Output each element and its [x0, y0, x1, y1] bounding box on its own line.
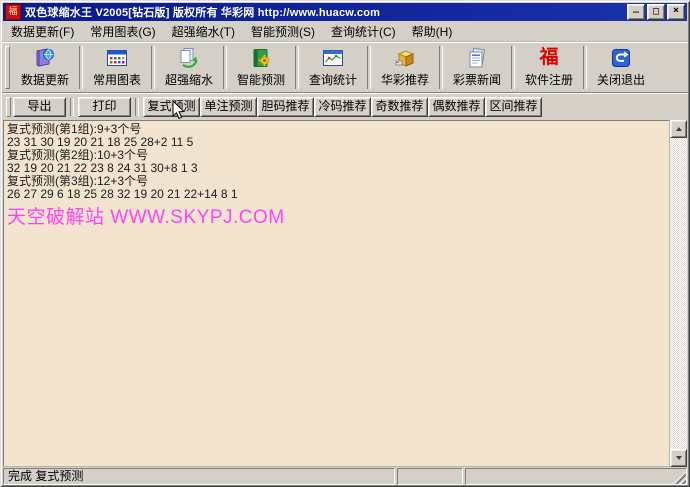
toolbar-separator: [151, 46, 155, 89]
toolbar-separator: [511, 46, 515, 89]
status-panel-3: [465, 468, 687, 485]
data-update-icon: [33, 46, 57, 70]
prediction-line: 26 27 29 6 18 25 28 32 19 20 21 22+14 8 …: [7, 188, 669, 201]
odd-number-button[interactable]: 奇数推荐: [371, 97, 428, 117]
smart-predict-button[interactable]: 智能预测: [228, 44, 294, 91]
resize-grip[interactable]: [673, 471, 686, 484]
menu-help[interactable]: 帮助(H): [404, 21, 461, 42]
lottery-news-icon: [465, 46, 489, 70]
data-update-button[interactable]: 数据更新: [12, 44, 78, 91]
toolbar-button-label: 关闭退出: [597, 71, 645, 88]
close-exit-icon: [609, 46, 633, 70]
toolbar-separator: [583, 46, 587, 89]
lottery-news-button[interactable]: 彩票新闻: [444, 44, 510, 91]
app-window: 福 双色球缩水王 V2005[钻石版] 版权所有 华彩网 http://www.…: [0, 0, 690, 487]
menu-data-update[interactable]: 数据更新(F): [3, 21, 82, 42]
minimize-button[interactable]: _: [627, 4, 645, 20]
common-charts-icon: [105, 46, 129, 70]
toolbar-separator: [295, 46, 299, 89]
app-icon: 福: [5, 4, 21, 20]
toolbar-separator: [367, 46, 371, 89]
scroll-up-icon: [676, 127, 682, 131]
toolbar-button-label: 查询统计: [309, 71, 357, 88]
query-stats-icon: [321, 46, 345, 70]
menu-smart-predict[interactable]: 智能预测(S): [243, 21, 323, 42]
smart-predict-icon: [249, 46, 273, 70]
statusbar: 完成 复式预测: [2, 467, 688, 485]
toolbar-button-label: 超强缩水: [165, 71, 213, 88]
menubar: 数据更新(F) 常用图表(G) 超强缩水(T) 智能预测(S) 查询统计(C) …: [2, 22, 688, 42]
toolbar-button-label: 软件注册: [525, 71, 573, 88]
close-button[interactable]: ×: [667, 4, 685, 20]
watermark-text: 天空破解站 WWW.SKYPJ.COM: [7, 207, 669, 228]
single-predict-button[interactable]: 单注预测: [200, 97, 257, 117]
scroll-down-icon: [676, 456, 682, 460]
register-fu-icon: 福: [537, 46, 561, 70]
even-number-button[interactable]: 偶数推荐: [428, 97, 485, 117]
toolbar-button-label: 智能预测: [237, 71, 285, 88]
actionbar-separator: [135, 98, 139, 116]
main-toolbar: 数据更新 常用图表: [2, 42, 688, 93]
toolbar-button-label: 华彩推荐: [381, 71, 429, 88]
range-recommend-button[interactable]: 区间推荐: [485, 97, 542, 117]
scrollbar-up-button[interactable]: [670, 120, 687, 138]
toolbar-button-label: 彩票新闻: [453, 71, 501, 88]
close-icon: ×: [668, 5, 684, 19]
common-charts-button[interactable]: 常用图表: [84, 44, 150, 91]
minimize-icon: _: [628, 5, 644, 19]
close-exit-button[interactable]: 关闭退出: [588, 44, 654, 91]
actionbar-separator: [70, 98, 74, 116]
prediction-output: 复式预测(第1组):9+3个号 23 31 30 19 20 21 18 25 …: [3, 120, 670, 467]
main-area: 复式预测(第1组):9+3个号 23 31 30 19 20 21 18 25 …: [3, 120, 687, 467]
toolbar-separator: [79, 46, 83, 89]
scrollbar-track[interactable]: [670, 138, 687, 449]
print-button[interactable]: 打印: [78, 97, 131, 117]
menu-super-shrink[interactable]: 超强缩水(T): [164, 21, 243, 42]
maximize-button[interactable]: □: [647, 4, 665, 20]
multi-predict-button[interactable]: 复式预测: [143, 97, 200, 117]
action-toolbar: 导出 打印 复式预测 单注预测 胆码推荐 冷码推荐 奇数推荐 偶数推荐 区间推荐: [2, 93, 688, 120]
super-shrink-icon: [177, 46, 201, 70]
titlebar: 福 双色球缩水王 V2005[钻石版] 版权所有 华彩网 http://www.…: [3, 3, 687, 21]
toolbar-separator: [439, 46, 443, 89]
status-message: 完成 复式预测: [3, 468, 395, 485]
menu-query-stats[interactable]: 查询统计(C): [323, 21, 404, 42]
status-panel-2: [397, 468, 463, 485]
toolbar-grip[interactable]: [5, 46, 10, 89]
scrollbar-down-button[interactable]: [670, 449, 687, 467]
actionbar-grip[interactable]: [6, 97, 11, 117]
huacai-recommend-button[interactable]: 华彩推荐: [372, 44, 438, 91]
huacai-recommend-icon: [393, 46, 417, 70]
query-stats-button[interactable]: 查询统计: [300, 44, 366, 91]
register-button[interactable]: 福 软件注册: [516, 44, 582, 91]
toolbar-button-label: 数据更新: [21, 71, 69, 88]
window-title: 双色球缩水王 V2005[钻石版] 版权所有 华彩网 http://www.hu…: [25, 4, 625, 20]
export-button[interactable]: 导出: [13, 97, 66, 117]
toolbar-separator: [223, 46, 227, 89]
maximize-icon: □: [648, 5, 664, 19]
cold-code-button[interactable]: 冷码推荐: [314, 97, 371, 117]
dan-code-button[interactable]: 胆码推荐: [257, 97, 314, 117]
menu-common-charts[interactable]: 常用图表(G): [82, 21, 163, 42]
super-shrink-button[interactable]: 超强缩水: [156, 44, 222, 91]
vertical-scrollbar: [670, 120, 687, 467]
toolbar-button-label: 常用图表: [93, 71, 141, 88]
